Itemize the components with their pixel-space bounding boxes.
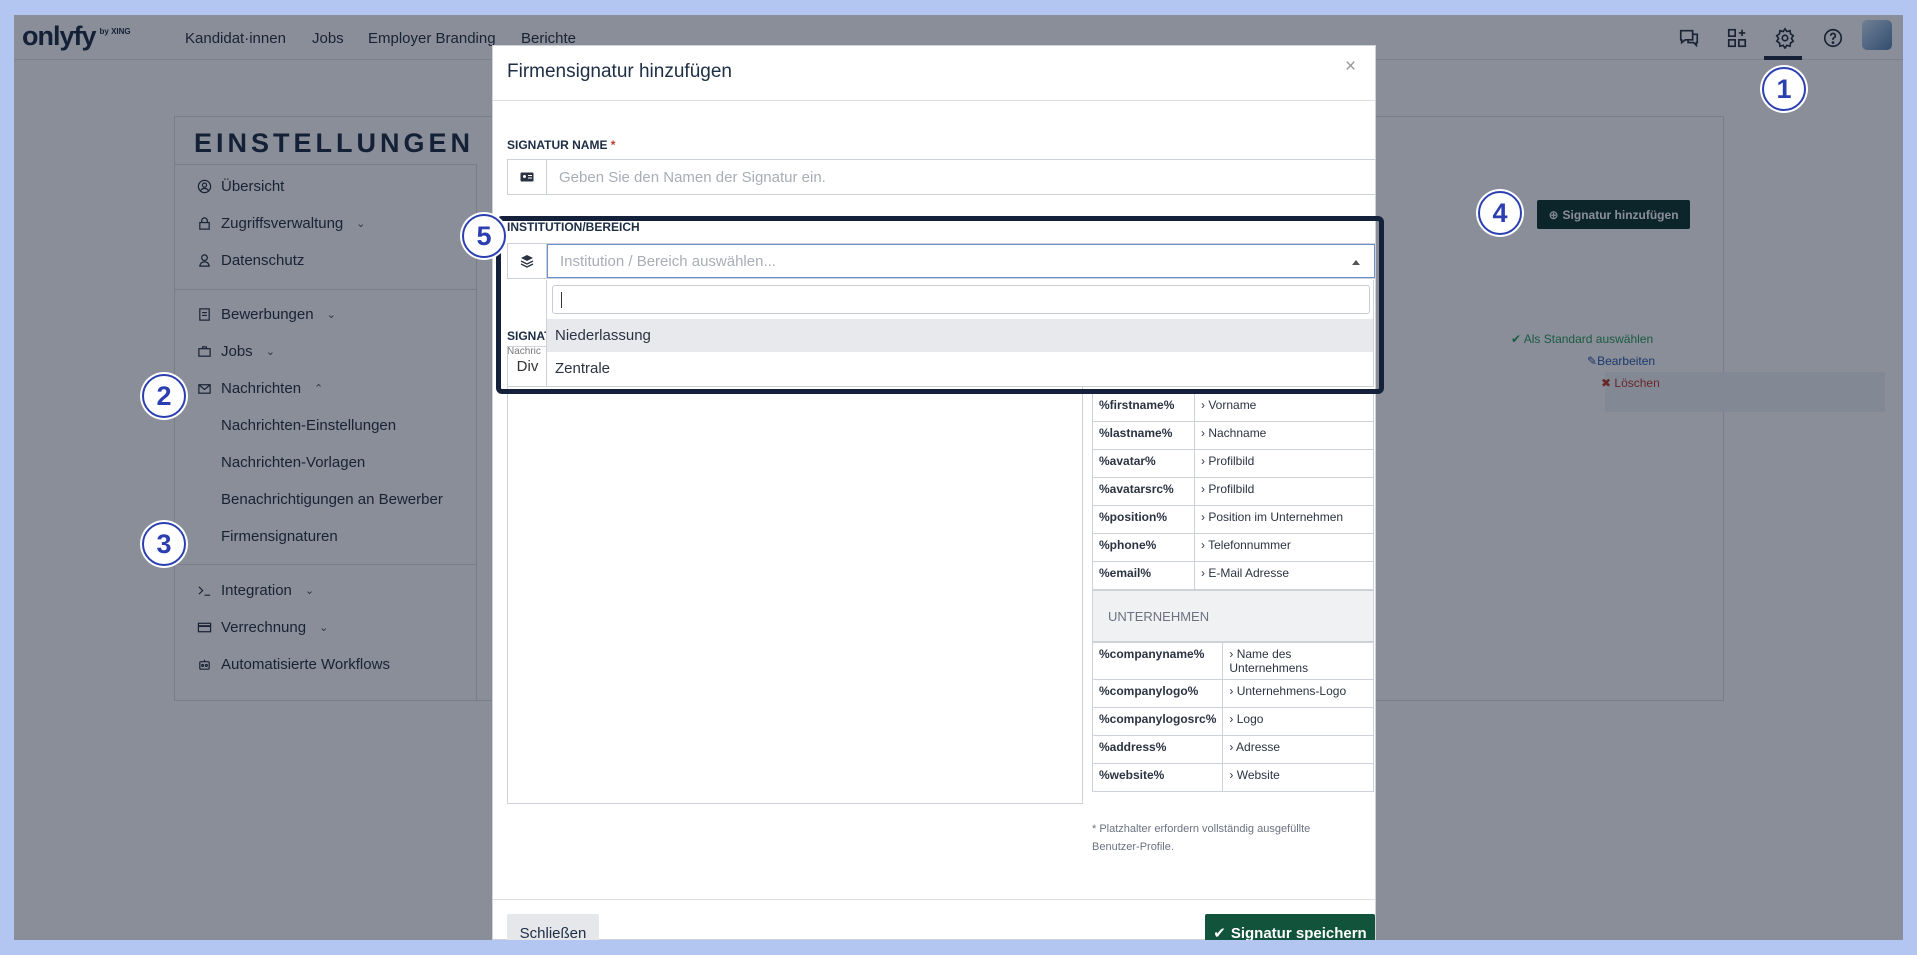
placeholder-value-text: Vorname xyxy=(1208,398,1257,412)
placeholder-value-text: E-Mail Adresse xyxy=(1208,566,1290,580)
placeholder-value: › Position im Unternehmen xyxy=(1193,505,1375,534)
signature-editor[interactable]: Div xyxy=(507,346,1083,804)
app-frame: onlyfy by XING Kandidat·innen Jobs Employ… xyxy=(14,15,1903,940)
placeholder-value-text: Profilbild xyxy=(1208,454,1255,468)
placeholder-value-text: Profilbild xyxy=(1208,482,1255,496)
placeholder-row: %email% › E-Mail Adresse xyxy=(1092,561,1375,590)
placeholder-value-text: Position im Unternehmen xyxy=(1208,510,1344,524)
placeholder-key: %phone% xyxy=(1092,533,1195,562)
company-section-header: UNTERNEHMEN xyxy=(1092,590,1374,642)
signature-name-field[interactable]: Geben Sie den Namen der Signatur ein. xyxy=(507,159,1376,195)
placeholder-value: › Profilbild xyxy=(1193,477,1375,506)
layers-icon xyxy=(508,244,547,278)
placeholder-key: %lastname% xyxy=(1092,421,1195,450)
placeholder-table-company: %companyname% › Name des Unternehmens %com… xyxy=(1091,642,1374,792)
placeholder-value: › E-Mail Adresse xyxy=(1193,561,1375,590)
option-niederlassung[interactable]: Niederlassung xyxy=(547,319,1373,352)
placeholder-value-text: Logo xyxy=(1236,712,1264,726)
signature-name-label: SIGNATUR NAME * xyxy=(507,138,616,152)
placeholder-value: › Profilbild xyxy=(1193,449,1375,478)
institution-dropdown: Niederlassung Zentrale xyxy=(546,280,1374,387)
placeholder-key: %avatar% xyxy=(1092,449,1195,478)
chevron-right-icon: › xyxy=(1229,768,1237,782)
placeholder-row: %firstname% › Vorname xyxy=(1092,393,1375,422)
placeholder-row: %lastname% › Nachname xyxy=(1092,421,1375,450)
option-zentrale[interactable]: Zentrale xyxy=(547,352,1373,385)
caret-up-icon xyxy=(1352,260,1360,265)
placeholder-table-personal: %firstname% › Vorname %lastname% › Nachname… xyxy=(1092,393,1375,590)
placeholder-row: %avatar% › Profilbild xyxy=(1092,449,1375,478)
modal-header-divider xyxy=(493,100,1375,101)
placeholder-value: › Telefonnummer xyxy=(1193,533,1375,562)
placeholder-key: %companylogosrc% xyxy=(1091,707,1224,736)
placeholder-value: › Name des Unternehmens xyxy=(1222,642,1374,680)
annotation-badge-3: 3 xyxy=(142,522,186,566)
chevron-right-icon: › xyxy=(1229,712,1237,726)
chevron-right-icon: › xyxy=(1229,647,1237,661)
modal-title: Firmensignatur hinzufügen xyxy=(507,61,732,82)
placeholder-row: %companyname% › Name des Unternehmens xyxy=(1091,642,1374,680)
placeholder-value-text: Nachname xyxy=(1208,426,1267,440)
placeholder-row: %position% › Position im Unternehmen xyxy=(1092,505,1375,534)
placeholder-key: %address% xyxy=(1091,735,1224,764)
placeholder-value-text: Telefonnummer xyxy=(1208,538,1291,552)
placeholder-value-text: Unternehmens-Logo xyxy=(1236,684,1347,698)
placeholder-key: %companyname% xyxy=(1091,642,1224,680)
save-signature-button[interactable]: ✔ Signatur speichern xyxy=(1205,914,1375,940)
placeholder-key: %firstname% xyxy=(1092,393,1195,422)
check-circle-icon: ✔ xyxy=(1213,925,1226,940)
placeholder-footnote: * Platzhalter erfordern vollständig ausg… xyxy=(1092,823,1311,853)
placeholder-value-text: Website xyxy=(1236,768,1280,782)
annotation-badge-4: 4 xyxy=(1478,191,1522,235)
placeholder-value: › Logo xyxy=(1222,707,1374,736)
placeholder-value: › Nachname xyxy=(1193,421,1375,450)
placeholder-row: %avatarsrc% › Profilbild xyxy=(1092,477,1375,506)
id-card-icon xyxy=(508,160,547,194)
institution-label: INSTITUTION/BEREICH xyxy=(507,220,640,234)
placeholder-key: %position% xyxy=(1092,505,1195,534)
placeholder-row: %phone% › Telefonnummer xyxy=(1092,533,1375,562)
placeholder-key: %avatarsrc% xyxy=(1092,477,1195,506)
placeholder-row: %companylogo% › Unternehmens-Logo xyxy=(1091,679,1374,708)
placeholder-value: › Adresse xyxy=(1222,735,1374,764)
annotation-badge-5: 5 xyxy=(462,214,506,258)
close-button[interactable]: Schließen xyxy=(507,914,599,940)
dropdown-search-input[interactable] xyxy=(552,285,1370,314)
placeholder-value: › Unternehmens-Logo xyxy=(1222,679,1374,708)
placeholder-value-text: Name des Unternehmens xyxy=(1229,647,1309,675)
institution-select[interactable]: Institution / Bereich auswählen... xyxy=(507,243,1376,279)
chevron-right-icon: › xyxy=(1229,684,1237,698)
add-signature-modal: Firmensignatur hinzufügen × SIGNATUR NAM… xyxy=(492,45,1384,940)
close-icon[interactable]: × xyxy=(1345,56,1356,78)
placeholder-row: %companylogosrc% › Logo xyxy=(1091,707,1374,736)
placeholder-value: › Vorname xyxy=(1193,393,1375,422)
placeholder-key: %companylogo% xyxy=(1091,679,1224,708)
placeholder-key: %email% xyxy=(1092,561,1195,590)
placeholder-row: %address% › Adresse xyxy=(1091,735,1374,764)
modal-footer-divider xyxy=(493,899,1375,900)
signature-name-input[interactable]: Geben Sie den Namen der Signatur ein. xyxy=(547,160,1375,194)
placeholder-value: › Website xyxy=(1222,763,1374,792)
placeholder-value-text: Adresse xyxy=(1236,740,1281,754)
annotation-badge-1: 1 xyxy=(1762,67,1806,111)
annotation-badge-2: 2 xyxy=(142,374,186,418)
placeholder-row: %website% › Website xyxy=(1091,763,1374,792)
institution-select-input[interactable]: Institution / Bereich auswählen... xyxy=(547,244,1375,278)
placeholder-key: %website% xyxy=(1091,763,1224,792)
text-cursor xyxy=(561,292,562,308)
